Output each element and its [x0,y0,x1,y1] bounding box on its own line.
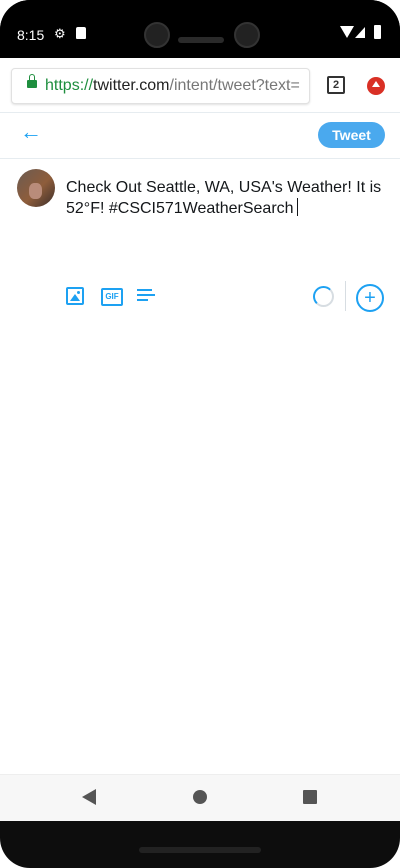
status-time: 8:15 [17,27,45,43]
android-nav-bar [0,774,400,821]
back-arrow-icon[interactable]: ← [20,121,42,143]
camera-icon [144,22,170,48]
poll-bar-icon [137,289,152,291]
text-cursor [296,198,298,216]
gif-icon[interactable]: GIF [101,288,123,306]
nav-home-icon[interactable] [193,790,207,804]
url-path: /intent/tweet?text= [169,77,300,94]
url-scheme: https:// [45,77,94,94]
poll-bar-icon [137,294,155,296]
poll-icon[interactable] [137,288,155,304]
browser-divider [0,112,400,113]
tweet-textarea[interactable]: Check Out Seattle, WA, USA's Weather! It… [66,178,382,219]
extension-arrow-icon [372,81,380,87]
lock-icon [27,74,37,88]
tab-switcher-button[interactable]: 2 [327,76,345,94]
tweet-button[interactable]: Tweet [318,122,385,148]
url-text[interactable]: https://twitter.com/intent/tweet?text= [45,77,300,95]
settings-icon: ⚙ [54,26,66,41]
camera-icon [234,22,260,48]
toolbar-separator [345,281,346,311]
nav-recents-icon[interactable] [303,790,317,804]
wifi-icon [340,26,354,38]
tweet-text: Check Out Seattle, WA, USA's Weather! It… [66,179,382,217]
phone-frame: 8:15 ⚙ https://twitter.com/intent/tweet?… [0,0,400,868]
compose-divider [0,158,400,159]
status-bar: 8:15 ⚙ [0,0,400,58]
home-indicator [139,847,261,853]
add-tweet-button[interactable]: + [356,284,384,312]
image-icon[interactable] [66,287,84,305]
url-bar[interactable]: https://twitter.com/intent/tweet?text= [11,68,310,104]
sd-card-icon [76,27,86,39]
poll-bar-icon [137,299,148,301]
url-host: twitter.com [93,77,170,94]
battery-icon [374,25,381,39]
speaker-icon [178,37,224,43]
signal-icon [355,27,365,38]
avatar[interactable] [17,169,55,207]
nav-back-icon[interactable] [82,789,96,805]
browser-screen: https://twitter.com/intent/tweet?text= 2… [0,58,400,821]
character-count-icon [313,286,334,307]
